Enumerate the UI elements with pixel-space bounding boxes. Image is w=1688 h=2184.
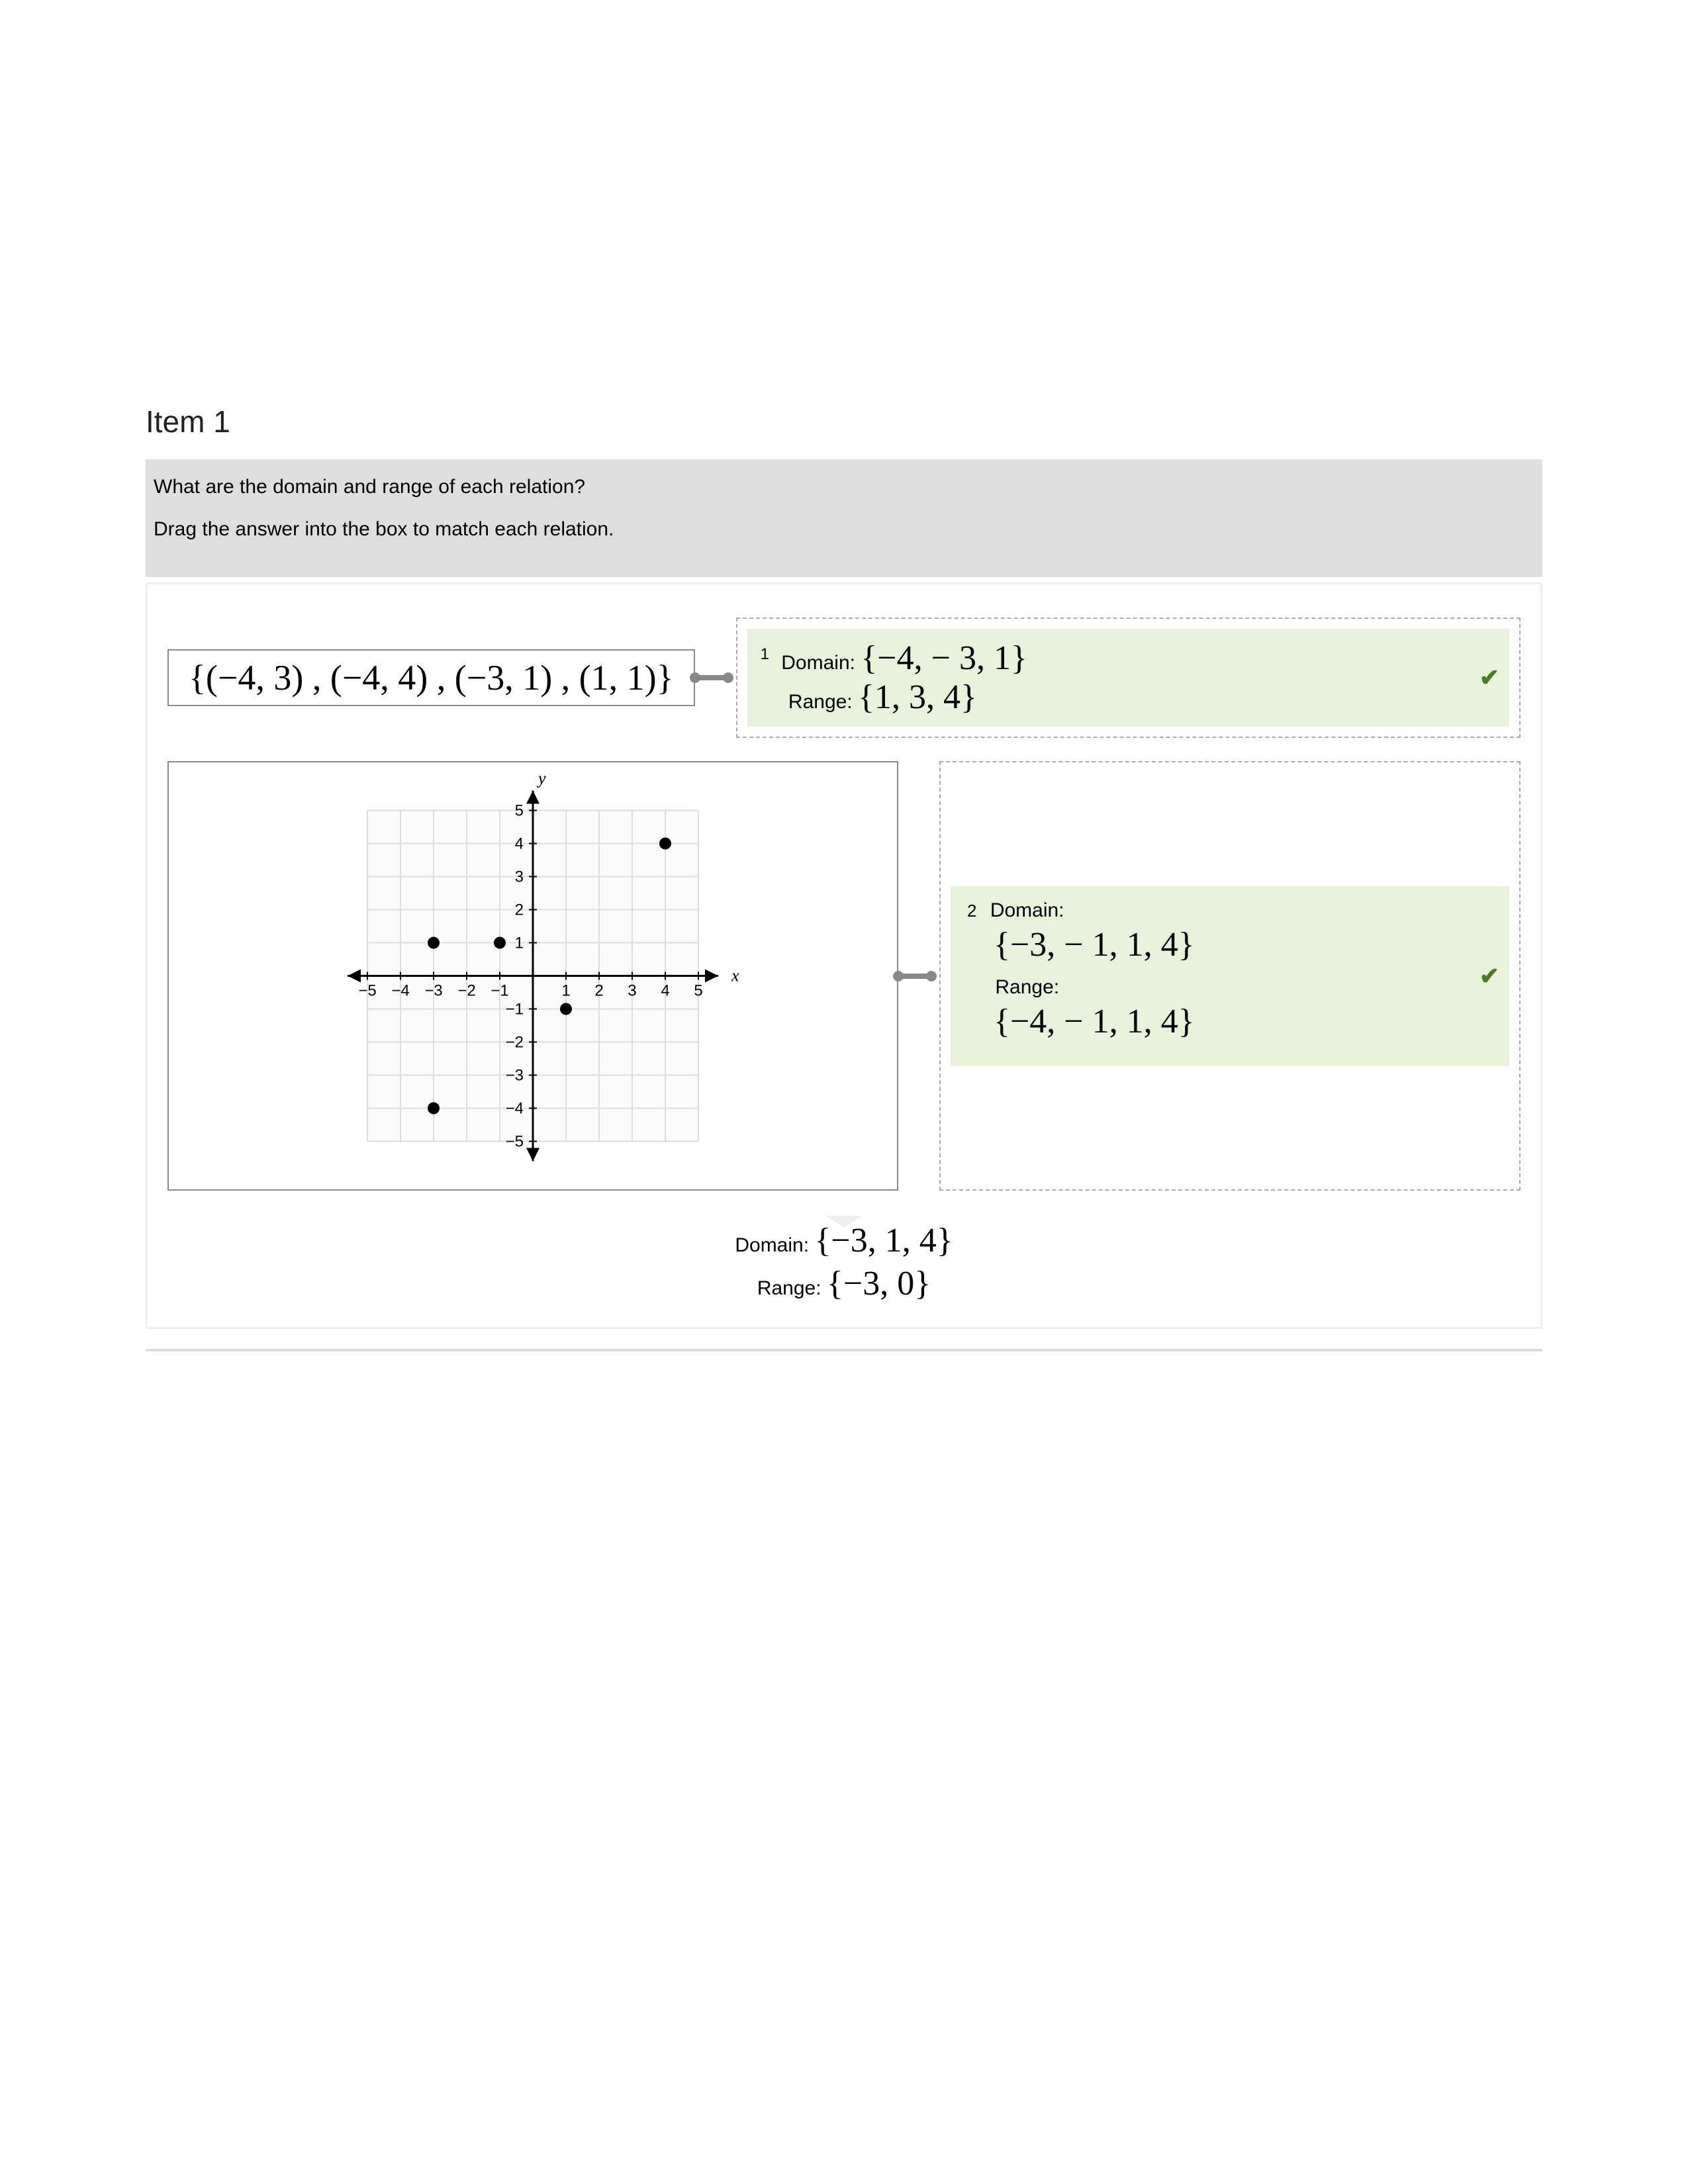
divider bbox=[146, 1349, 1542, 1351]
svg-text:−3: −3 bbox=[506, 1067, 524, 1085]
answer-index: 1 bbox=[761, 645, 769, 664]
domain-label: Domain: bbox=[735, 1234, 809, 1256]
svg-text:y: y bbox=[536, 769, 546, 788]
check-icon: ✔ bbox=[1479, 664, 1499, 692]
match-row-1: {(−4, 3) , (−4, 4) , (−3, 1) , (1, 1)} 1… bbox=[167, 617, 1521, 738]
svg-text:−2: −2 bbox=[506, 1034, 524, 1052]
svg-text:3: 3 bbox=[628, 982, 636, 1000]
check-icon: ✔ bbox=[1479, 962, 1499, 990]
svg-text:4: 4 bbox=[515, 835, 524, 853]
work-area: {(−4, 3) , (−4, 4) , (−3, 1) , (1, 1)} 1… bbox=[146, 582, 1542, 1329]
svg-text:−5: −5 bbox=[358, 982, 376, 1000]
svg-text:−4: −4 bbox=[506, 1100, 524, 1118]
svg-text:5: 5 bbox=[515, 802, 524, 820]
answer-card-1[interactable]: 1 Domain: {−4, − 3, 1} Range: {1, 3, 4} … bbox=[747, 629, 1509, 727]
domain-label: Domain: bbox=[990, 899, 1064, 921]
answer-card-2[interactable]: 2 Domain: {−3, − 1, 1, 4} Range: {−4, − … bbox=[951, 886, 1509, 1066]
svg-text:1: 1 bbox=[515, 934, 524, 952]
item-title: Item 1 bbox=[146, 404, 1542, 439]
connector-icon bbox=[898, 974, 931, 979]
domain-set: {−4, − 3, 1} bbox=[861, 639, 1027, 677]
answer-index: 2 bbox=[967, 901, 976, 921]
range-set: {1, 3, 4} bbox=[858, 678, 977, 716]
svg-text:2: 2 bbox=[515, 901, 524, 919]
notch-icon bbox=[825, 1216, 863, 1228]
question-line-1: What are the domain and range of each re… bbox=[154, 476, 1534, 498]
pool-answer-card[interactable]: Domain: {−3, 1, 4} Range: {−3, 0} bbox=[735, 1217, 953, 1307]
scatter-plot-box[interactable]: −5 −4 −3 −2 −1 1 2 3 4 5 −5 −4 −3 −2 −1 1 2 3 4 5 x y bbox=[167, 761, 898, 1191]
match-row-2: −5 −4 −3 −2 −1 1 2 3 4 5 −5 −4 −3 −2 −1 1 2 3 4 5 x y 2 Domai… bbox=[167, 761, 1521, 1191]
drop-zone-1[interactable]: 1 Domain: {−4, − 3, 1} Range: {1, 3, 4} … bbox=[736, 617, 1521, 738]
svg-text:1: 1 bbox=[561, 982, 570, 1000]
answer-pool[interactable]: Domain: {−3, 1, 4} Range: {−3, 0} bbox=[167, 1217, 1521, 1307]
range-label: Range: bbox=[757, 1277, 821, 1299]
svg-text:2: 2 bbox=[594, 982, 603, 1000]
domain-set: {−3, − 1, 1, 4} bbox=[994, 925, 1493, 964]
connector-icon bbox=[695, 675, 728, 680]
svg-text:−1: −1 bbox=[506, 1001, 524, 1019]
range-set: {−3, 0} bbox=[827, 1265, 931, 1302]
question-bar: What are the domain and range of each re… bbox=[146, 459, 1542, 577]
relation-set-box[interactable]: {(−4, 3) , (−4, 4) , (−3, 1) , (1, 1)} bbox=[167, 649, 695, 706]
svg-text:x: x bbox=[731, 966, 739, 985]
svg-text:5: 5 bbox=[694, 982, 702, 1000]
svg-text:−1: −1 bbox=[491, 982, 508, 1000]
svg-text:−4: −4 bbox=[391, 982, 409, 1000]
scatter-plot: −5 −4 −3 −2 −1 1 2 3 4 5 −5 −4 −3 −2 −1 1 2 3 4 5 x y bbox=[169, 762, 897, 1189]
range-label: Range: bbox=[995, 976, 1059, 998]
svg-text:−5: −5 bbox=[506, 1133, 524, 1151]
svg-text:−3: −3 bbox=[424, 982, 442, 1000]
drop-zone-2[interactable]: 2 Domain: {−3, − 1, 1, 4} Range: {−4, − … bbox=[939, 761, 1521, 1191]
svg-text:−2: −2 bbox=[457, 982, 475, 1000]
range-label: Range: bbox=[788, 691, 853, 713]
svg-text:3: 3 bbox=[515, 868, 524, 886]
question-line-2: Drag the answer into the box to match ea… bbox=[154, 518, 1534, 541]
svg-text:4: 4 bbox=[661, 982, 669, 1000]
range-set: {−4, − 1, 1, 4} bbox=[994, 1002, 1493, 1041]
domain-label: Domain: bbox=[781, 652, 855, 674]
